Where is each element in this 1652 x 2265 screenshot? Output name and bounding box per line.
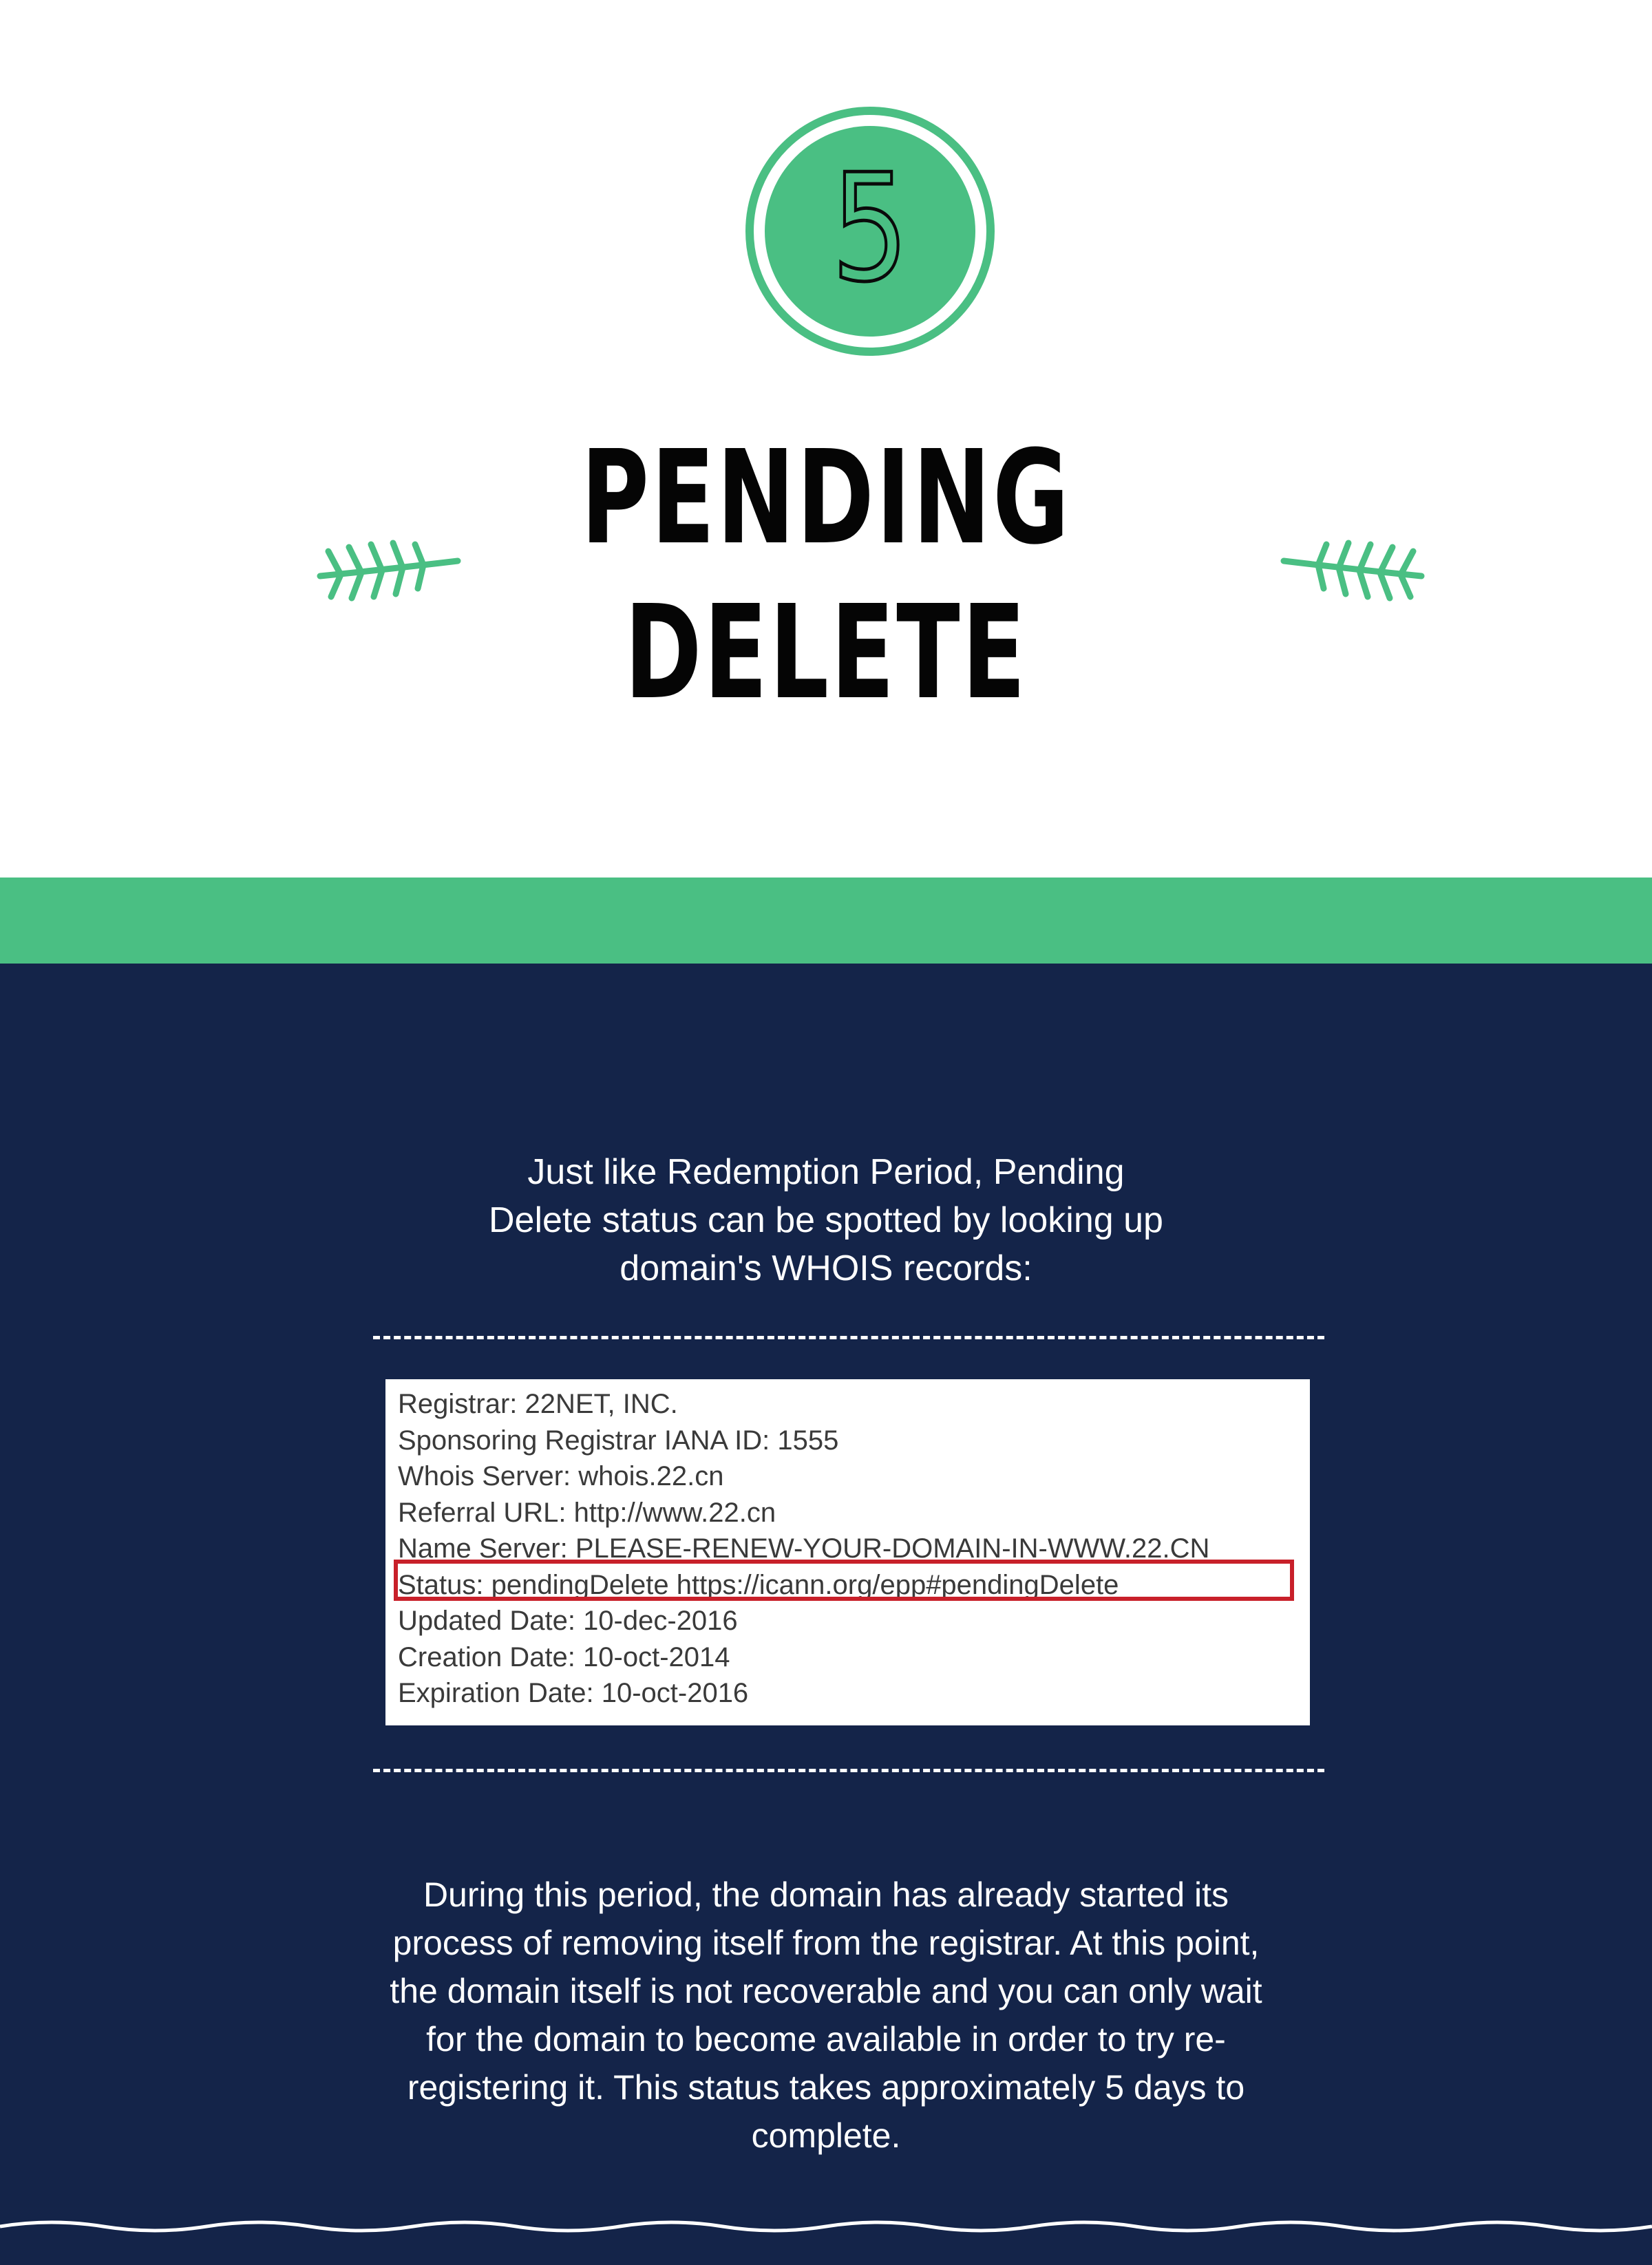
intro-line: Delete status can be spotted by looking …	[489, 1200, 1163, 1240]
description-line: During this period, the domain has alrea…	[423, 1875, 1229, 1914]
whois-lines: Registrar: 22NET, INC. Sponsoring Regist…	[398, 1386, 1209, 1712]
intro-text: Just like Redemption Period, Pending Del…	[413, 1148, 1239, 1293]
whois-line: Creation Date: 10-oct-2014	[398, 1641, 730, 1672]
whois-line: Updated Date: 10-dec-2016	[398, 1606, 738, 1636]
title-line-2: DELETE	[624, 577, 1028, 728]
step-number: 5	[832, 143, 909, 315]
whois-line: Expiration Date: 10-oct-2016	[398, 1678, 749, 1708]
dashed-divider-top	[373, 1336, 1324, 1339]
wave-divider	[0, 2220, 1652, 2233]
fern-leaf-icon	[1280, 540, 1425, 602]
description-line: registering it. This status takes approx…	[407, 2068, 1245, 2107]
status-highlight-box	[394, 1560, 1294, 1601]
description-line: the domain itself is not recoverable and…	[390, 1972, 1262, 2010]
green-divider-band	[0, 878, 1652, 964]
number-badge-icon: 5	[745, 107, 995, 356]
header-section: 5 PENDING DELETE	[0, 0, 1652, 878]
whois-record-screenshot: Registrar: 22NET, INC. Sponsoring Regist…	[385, 1379, 1310, 1725]
title-line-1: PENDING	[580, 423, 1072, 573]
description-line: process of removing itself from the regi…	[392, 1924, 1260, 1962]
intro-line: domain's WHOIS records:	[620, 1248, 1032, 1288]
intro-line: Just like Redemption Period, Pending	[527, 1152, 1125, 1192]
description-text: During this period, the domain has alrea…	[303, 1871, 1349, 2160]
whois-line: Whois Server: whois.22.cn	[398, 1461, 724, 1491]
dashed-divider-bottom	[373, 1769, 1324, 1772]
description-line: for the domain to become available in or…	[426, 2020, 1226, 2059]
whois-line: Sponsoring Registrar IANA ID: 1555	[398, 1425, 839, 1456]
whois-line: Referral URL: http://www.22.cn	[398, 1497, 776, 1528]
whois-line: Registrar: 22NET, INC.	[398, 1389, 678, 1419]
description-line: complete.	[751, 2116, 901, 2155]
